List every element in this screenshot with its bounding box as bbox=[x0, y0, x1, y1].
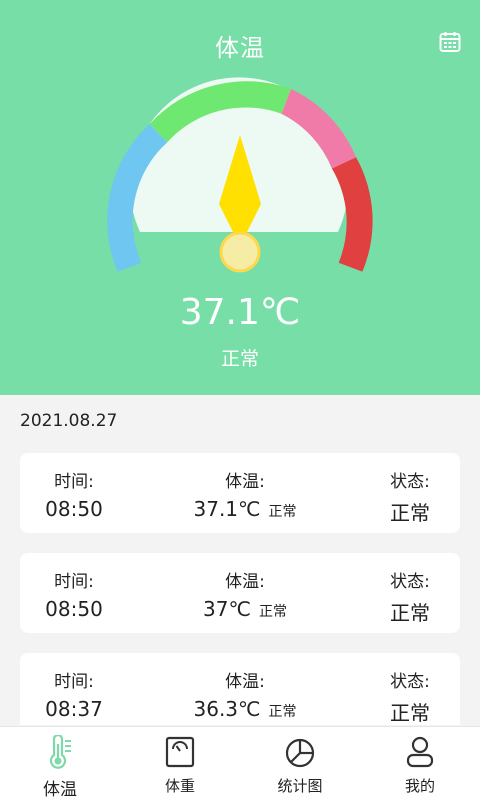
state-value: 正常 bbox=[390, 701, 430, 725]
temp-label: 体温: bbox=[225, 572, 265, 592]
tab-label: 体重 bbox=[164, 777, 195, 795]
tab-statistics[interactable]: 统计图 bbox=[260, 735, 340, 796]
state-column: 状态: 正常 bbox=[380, 567, 440, 626]
temp-value: 36.3℃ bbox=[193, 697, 261, 721]
tab-label: 体温 bbox=[43, 780, 77, 800]
calendar-icon[interactable] bbox=[438, 30, 462, 54]
state-label: 状态: bbox=[390, 672, 430, 692]
bottom-tab-bar: 体温 体重 统计图 我的 bbox=[0, 726, 480, 800]
gauge-hub bbox=[219, 231, 261, 273]
record-card[interactable]: 时间: 08:37 体温: 36.3℃ 正常 状态: 正常 bbox=[20, 653, 460, 725]
scale-icon bbox=[165, 736, 195, 768]
temp-status: 正常 bbox=[268, 504, 297, 520]
temp-label: 体温: bbox=[225, 672, 265, 692]
user-icon bbox=[406, 736, 434, 768]
temp-value: 37.1℃ bbox=[193, 497, 261, 521]
page-title: 体温 bbox=[215, 34, 265, 62]
tab-label: 我的 bbox=[404, 777, 435, 795]
state-label: 状态: bbox=[390, 472, 430, 492]
temp-label: 体温: bbox=[225, 472, 265, 492]
tab-weight[interactable]: 体重 bbox=[140, 735, 220, 796]
record-card[interactable]: 时间: 08:50 体温: 37.1℃ 正常 状态: 正常 bbox=[20, 453, 460, 533]
time-column: 时间: 08:50 bbox=[34, 567, 114, 621]
temp-column: 体温: 37.1℃ 正常 bbox=[170, 467, 320, 521]
state-value: 正常 bbox=[390, 601, 430, 625]
temp-status: 正常 bbox=[268, 704, 297, 720]
time-label: 时间: bbox=[54, 472, 94, 492]
date-label: 2021.08.27 bbox=[20, 411, 118, 431]
tab-label: 统计图 bbox=[277, 777, 323, 795]
state-column: 状态: 正常 bbox=[380, 467, 440, 526]
record-list[interactable]: 时间: 08:50 体温: 37.1℃ 正常 状态: 正常 时间: 08:50 体… bbox=[20, 453, 460, 725]
time-column: 时间: 08:37 bbox=[34, 667, 114, 721]
state-column: 状态: 正常 bbox=[380, 667, 440, 725]
temp-status: 正常 bbox=[258, 604, 287, 620]
time-value: 08:50 bbox=[45, 497, 103, 521]
time-column: 时间: 08:50 bbox=[34, 467, 114, 521]
time-label: 时间: bbox=[54, 672, 94, 692]
temp-column: 体温: 37℃ 正常 bbox=[170, 567, 320, 621]
time-label: 时间: bbox=[54, 572, 94, 592]
state-label: 状态: bbox=[390, 572, 430, 592]
record-card[interactable]: 时间: 08:50 体温: 37℃ 正常 状态: 正常 bbox=[20, 553, 460, 633]
pie-chart-icon bbox=[285, 738, 315, 768]
tab-temperature[interactable]: 体温 bbox=[20, 735, 100, 800]
temperature-gauge bbox=[95, 77, 385, 290]
time-value: 08:37 bbox=[45, 697, 103, 721]
temp-column: 体温: 36.3℃ 正常 bbox=[170, 667, 320, 721]
temperature-status: 正常 bbox=[220, 348, 259, 370]
temp-value: 37℃ bbox=[203, 597, 251, 621]
tab-profile[interactable]: 我的 bbox=[380, 735, 460, 796]
state-value: 正常 bbox=[390, 501, 430, 525]
temperature-reading: 37.1℃ bbox=[179, 292, 301, 333]
header: 体温 37.1℃ 正常 bbox=[0, 0, 480, 395]
time-value: 08:50 bbox=[45, 597, 103, 621]
thermometer-icon bbox=[49, 735, 71, 769]
